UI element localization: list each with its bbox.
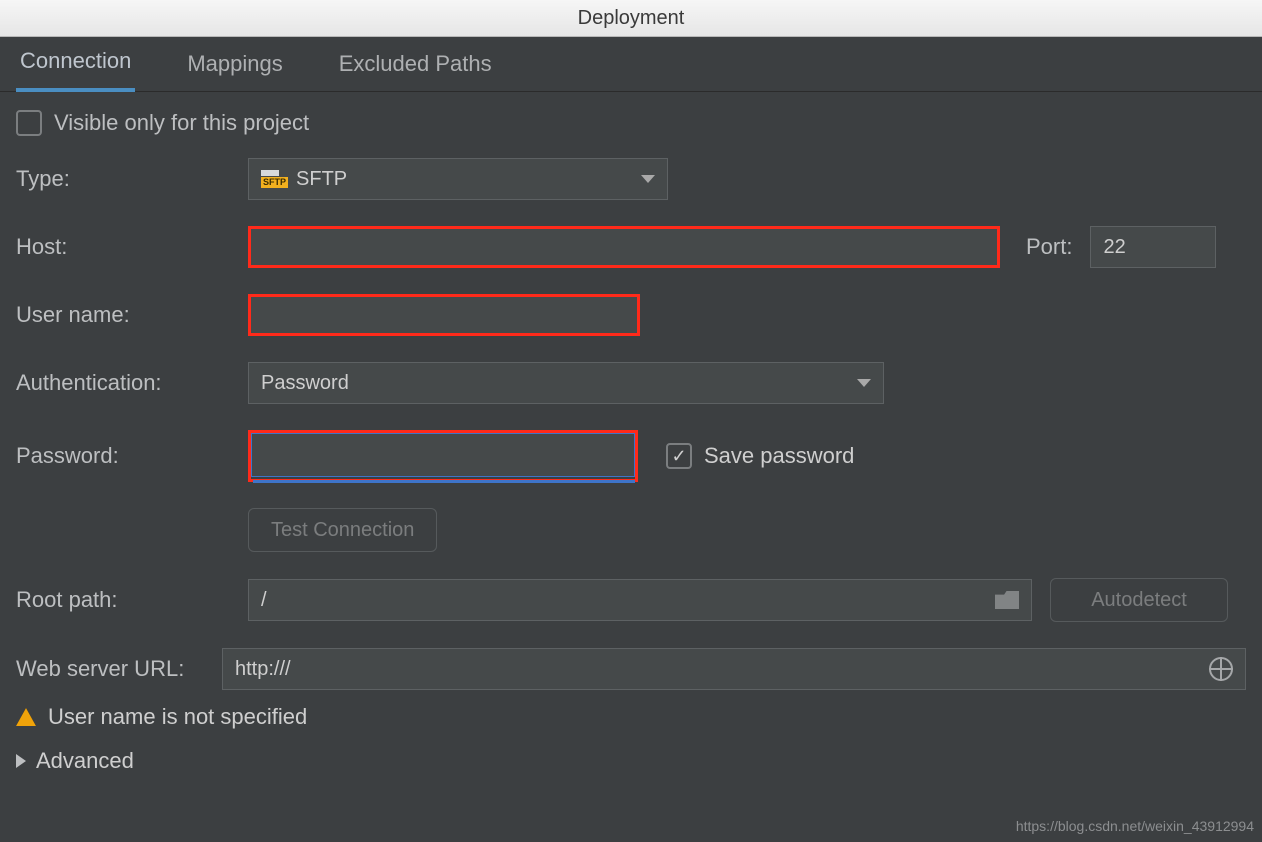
advanced-label: Advanced [36,748,134,774]
tab-excluded-paths[interactable]: Excluded Paths [335,39,496,91]
save-password-checkbox[interactable]: Save password [666,443,854,469]
auth-label: Authentication: [16,370,248,396]
chevron-down-icon [857,379,871,387]
visible-only-label: Visible only for this project [54,110,309,136]
watermark: https://blog.csdn.net/weixin_43912994 [1016,818,1254,834]
tab-connection[interactable]: Connection [16,36,135,92]
root-path-label: Root path: [16,587,248,613]
auth-value: Password [261,372,349,395]
username-label: User name: [16,302,248,328]
type-value: SFTP [296,168,347,191]
tab-mappings[interactable]: Mappings [183,39,286,91]
sftp-icon: SFTP [261,170,288,188]
type-label: Type: [16,166,248,192]
autodetect-button[interactable]: Autodetect [1050,578,1228,622]
warning-text: User name is not specified [48,704,307,730]
test-connection-button[interactable]: Test Connection [248,508,437,552]
host-label: Host: [16,234,248,260]
tab-bar: Connection Mappings Excluded Paths [0,37,1262,92]
password-label: Password: [16,443,248,469]
password-input[interactable] [251,433,635,477]
checkbox-checked-icon [666,443,692,469]
folder-icon[interactable] [995,591,1019,609]
window-title: Deployment [0,0,1262,37]
type-select[interactable]: SFTP SFTP [248,158,668,200]
webserver-url-field[interactable]: http:/// [222,648,1246,690]
triangle-right-icon [16,754,26,768]
warning-icon [16,708,36,726]
checkbox-empty-icon [16,110,42,136]
host-input[interactable] [248,226,1000,268]
root-path-field[interactable]: / [248,579,1032,621]
auth-select[interactable]: Password [248,362,884,404]
connection-panel: Visible only for this project Type: SFTP… [0,92,1262,796]
warning-row: User name is not specified [16,704,1246,730]
root-path-value: / [261,589,267,612]
webserver-url-label: Web server URL: [16,656,222,682]
chevron-down-icon [641,175,655,183]
visible-only-checkbox[interactable]: Visible only for this project [16,110,309,136]
save-password-label: Save password [704,443,854,469]
globe-icon[interactable] [1209,657,1233,681]
port-label: Port: [1026,234,1072,260]
port-input[interactable] [1090,226,1216,268]
advanced-toggle[interactable]: Advanced [16,748,1246,796]
username-input[interactable] [248,294,640,336]
webserver-url-value: http:/// [235,658,291,681]
